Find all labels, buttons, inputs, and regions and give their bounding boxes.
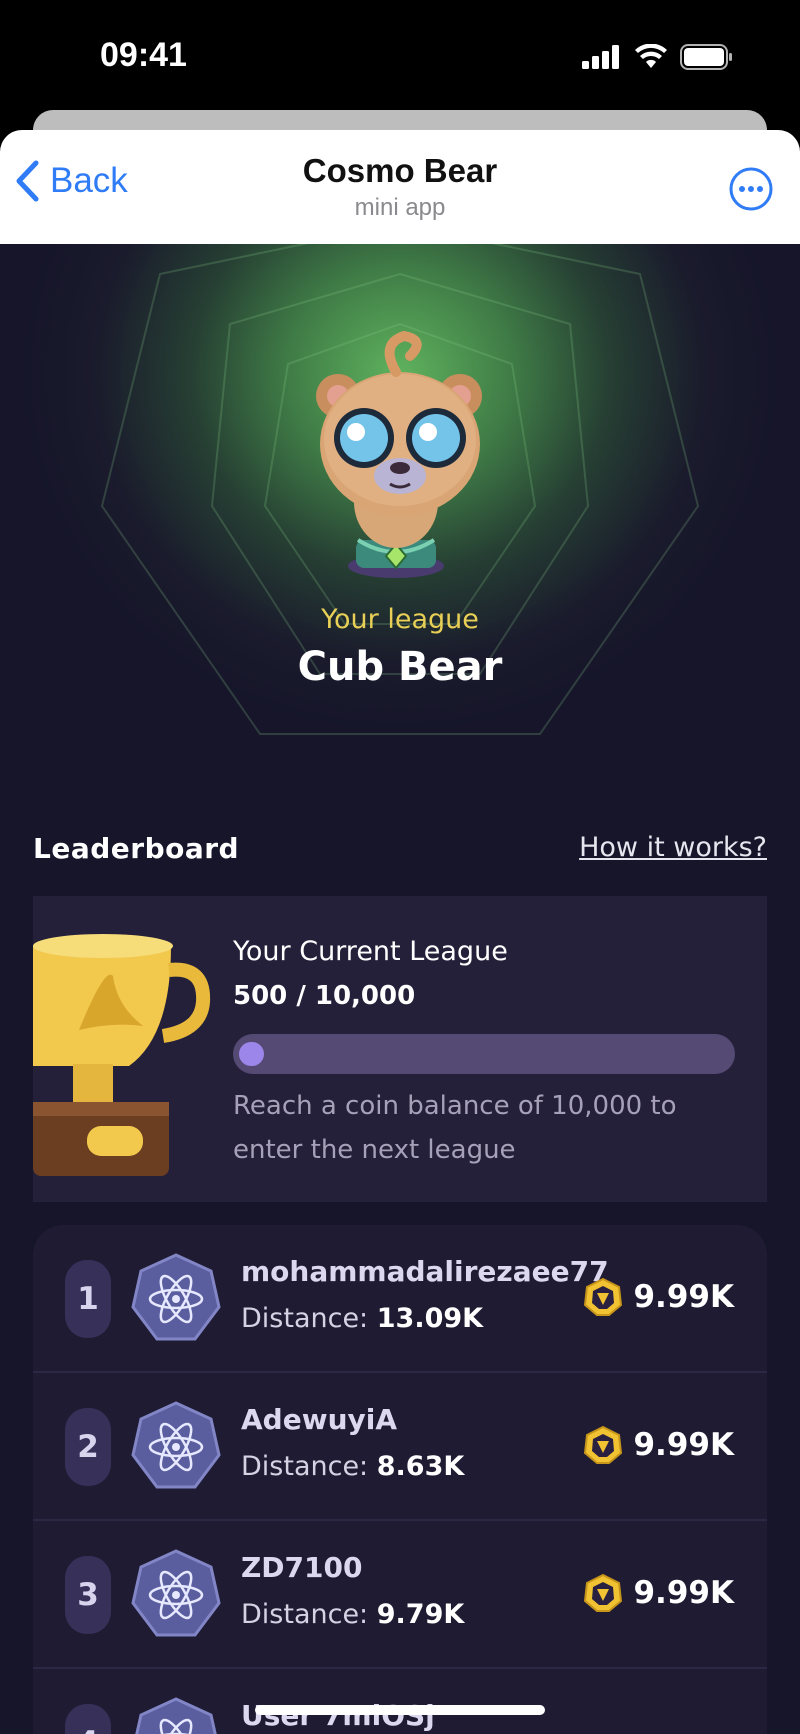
distance: Distance: 8.63K xyxy=(241,1451,465,1482)
current-league-title: Your Current League xyxy=(233,936,508,967)
atom-badge-icon xyxy=(131,1401,221,1489)
league-progress-bar xyxy=(233,1034,735,1074)
coin-icon xyxy=(584,1573,623,1612)
rank-badge: 1 xyxy=(65,1260,111,1338)
rank-badge: 3 xyxy=(65,1556,111,1634)
coin-icon xyxy=(584,1425,623,1464)
how-it-works-link[interactable]: How it works? xyxy=(579,832,767,863)
league-label: Your league xyxy=(321,604,479,635)
username: User 7mlOSj xyxy=(241,1699,435,1732)
coin-icon xyxy=(584,1277,623,1316)
status-bar: 09:41 xyxy=(0,0,800,120)
distance: Distance: 9.79K xyxy=(241,1599,465,1630)
leaderboard-row[interactable]: 3 ZD7100 Distance: 9.79K 9.99K xyxy=(33,1521,767,1669)
leaderboard-title: Leaderboard xyxy=(33,832,240,865)
atom-badge-icon xyxy=(131,1549,221,1637)
league-progress-fill xyxy=(239,1042,264,1066)
coin-balance: 9.99K xyxy=(583,1573,734,1613)
main-content: Your league Cub Bear Leaderboard How it … xyxy=(0,244,800,1734)
leaderboard-list: 1 mohammadalirezaee77 Distance: 13.09K 9… xyxy=(33,1225,767,1734)
leaderboard-row[interactable]: 2 AdewuyiA Distance: 8.63K 9.99K xyxy=(33,1373,767,1521)
username: ZD7100 xyxy=(241,1551,363,1584)
wifi-icon xyxy=(635,44,667,68)
current-league-card: Your Current League 500 / 10,000 Reach a… xyxy=(33,896,767,1202)
trophy-icon xyxy=(33,934,211,1176)
app-subtitle: mini app xyxy=(354,194,446,221)
battery-icon xyxy=(680,44,732,70)
coin-balance: 9.99K xyxy=(583,1277,734,1317)
username: AdewuyiA xyxy=(241,1403,398,1436)
bear-mascot xyxy=(316,330,482,578)
current-league-value: 500 / 10,000 xyxy=(233,981,416,1011)
home-indicator[interactable] xyxy=(255,1705,545,1715)
rank-badge: 2 xyxy=(65,1408,111,1486)
leaderboard-row[interactable]: 4 User 7mlOSj xyxy=(33,1669,767,1734)
rank-badge: 4 xyxy=(65,1704,111,1734)
atom-badge-icon xyxy=(135,1697,217,1734)
username: mohammadalirezaee77 xyxy=(241,1255,609,1288)
cellular-signal-icon xyxy=(582,45,619,69)
more-options-icon[interactable] xyxy=(728,166,774,212)
status-icons xyxy=(582,44,734,70)
league-hint: Reach a coin balance of 10,000 to enter … xyxy=(233,1091,677,1165)
app-title: Cosmo Bear xyxy=(302,152,498,189)
coin-balance: 9.99K xyxy=(583,1425,734,1465)
atom-badge-icon xyxy=(131,1253,221,1341)
distance: Distance: 13.09K xyxy=(241,1303,484,1334)
league-name: Cub Bear xyxy=(297,644,503,690)
leaderboard-row[interactable]: 1 mohammadalirezaee77 Distance: 13.09K 9… xyxy=(33,1225,767,1373)
mini-app-header: Back Cosmo Bear mini app xyxy=(0,130,800,244)
status-time: 09:41 xyxy=(100,36,187,74)
